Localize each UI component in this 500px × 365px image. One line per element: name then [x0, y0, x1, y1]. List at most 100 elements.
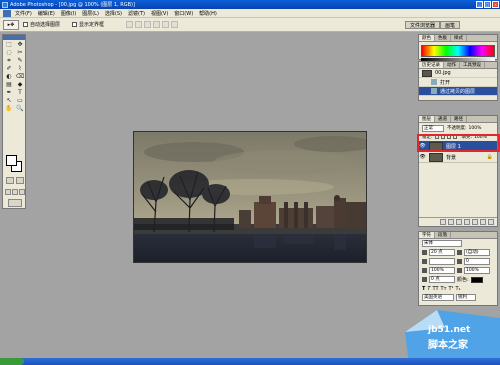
sharpen-tool-icon[interactable]: ◆	[15, 81, 25, 88]
antialias-select[interactable]: 锐利	[456, 294, 476, 301]
start-button[interactable]	[0, 358, 24, 365]
menu-bar: 文件(F) 编辑(E) 图像(I) 图层(L) 选择(S) 滤镜(T) 视图(V…	[0, 9, 500, 18]
superscript-style-icon[interactable]: T¹	[448, 286, 453, 292]
tab-history[interactable]: 历史记录	[419, 62, 444, 68]
align-middle-icon[interactable]	[135, 21, 143, 28]
vertical-scale-field[interactable]: 100%	[429, 267, 455, 274]
move-tool-icon: ▸✥	[7, 21, 15, 28]
tab-tool-presets[interactable]: 工具预设	[460, 62, 485, 68]
layer-row-background[interactable]: 👁 背景 🔒	[419, 152, 497, 163]
file-browser-tab[interactable]: 文件浏览器	[404, 21, 440, 29]
full-screen-menu-icon[interactable]	[12, 189, 18, 195]
align-right-icon[interactable]	[171, 21, 179, 28]
marquee-tool-icon[interactable]: ⬚	[4, 41, 14, 48]
smallcaps-style-icon[interactable]: Tт	[441, 286, 447, 292]
standard-mode-icon[interactable]	[6, 177, 14, 184]
tracking-field[interactable]: 0	[464, 258, 490, 265]
path-select-icon[interactable]: ↖	[4, 97, 14, 104]
tab-channels[interactable]: 通道	[435, 116, 451, 122]
menu-filter[interactable]: 滤镜(T)	[128, 10, 145, 17]
layer-style-icon[interactable]	[448, 219, 454, 225]
menu-edit[interactable]: 编辑(E)	[38, 10, 55, 17]
menu-layer[interactable]: 图层(L)	[82, 10, 99, 17]
leading-field[interactable]: (自动)	[464, 249, 490, 256]
color-spectrum[interactable]	[421, 45, 495, 57]
history-step[interactable]: 打开	[419, 78, 497, 87]
blend-mode-select[interactable]: 正常	[422, 124, 444, 132]
tab-paths[interactable]: 路径	[451, 116, 467, 122]
move-tool-icon[interactable]: ✥	[15, 41, 25, 48]
subscript-style-icon[interactable]: T₁	[456, 286, 461, 292]
align-bottom-icon[interactable]	[144, 21, 152, 28]
font-size-field[interactable]: 20 点	[429, 249, 455, 256]
tool-preset-picker[interactable]: ▸✥	[3, 19, 19, 30]
menu-help[interactable]: 帮助(H)	[199, 10, 217, 17]
link-layers-icon[interactable]	[440, 219, 446, 225]
eraser-tool-icon[interactable]: ⌫	[15, 73, 25, 80]
menu-image[interactable]: 图像(I)	[61, 10, 76, 17]
opacity-value[interactable]: 100%	[469, 126, 482, 131]
leading-icon	[457, 250, 462, 255]
quick-mask-icon[interactable]	[16, 177, 24, 184]
font-family-select[interactable]: 宋体	[422, 240, 462, 247]
delete-layer-icon[interactable]	[488, 219, 494, 225]
lasso-tool-icon[interactable]: ◌	[4, 49, 14, 56]
text-color-swatch[interactable]	[470, 276, 483, 283]
brushes-tab[interactable]: 画笔	[439, 21, 460, 29]
history-snapshot[interactable]: 00.jpg	[419, 69, 497, 78]
tab-styles[interactable]: 样式	[451, 35, 467, 41]
type-tool-icon[interactable]: T	[15, 89, 25, 96]
bold-style-icon[interactable]: T	[422, 286, 425, 292]
align-center-icon[interactable]	[162, 21, 170, 28]
tab-layers[interactable]: 图层	[419, 116, 435, 122]
dodge-tool-icon[interactable]: ◐	[4, 73, 14, 80]
baseline-shift-field[interactable]: 0 点	[429, 276, 455, 283]
slice-tool-icon[interactable]: ⌗	[4, 57, 14, 64]
align-left-icon[interactable]	[153, 21, 161, 28]
shape-tool-icon[interactable]: ▭	[15, 97, 25, 104]
history-step-selected[interactable]: 通过拷贝的图层	[419, 87, 497, 96]
tab-swatches[interactable]: 色板	[435, 35, 451, 41]
auto-select-checkbox[interactable]	[23, 22, 28, 27]
tab-color[interactable]: 颜色	[419, 35, 435, 41]
gradient-tool-icon[interactable]: ▤	[4, 81, 14, 88]
jump-to-imageready-icon[interactable]	[8, 199, 22, 207]
tab-paragraph[interactable]: 段落	[435, 232, 451, 238]
hand-tool-icon[interactable]: ✋	[4, 105, 14, 112]
tab-character[interactable]: 字符	[419, 232, 435, 238]
standard-screen-icon[interactable]	[5, 189, 11, 195]
new-layer-icon[interactable]	[480, 219, 486, 225]
character-panel-tabs: 字符 段落	[419, 232, 497, 239]
language-select[interactable]: 美国英语	[422, 294, 454, 301]
zoom-tool-icon[interactable]: 🔍	[15, 105, 25, 112]
allcaps-style-icon[interactable]: TT	[432, 286, 438, 292]
visibility-eye-icon[interactable]: 👁	[419, 154, 426, 160]
crop-tool-icon[interactable]: ✂	[15, 49, 25, 56]
foreground-color-swatch[interactable]	[6, 155, 17, 166]
new-set-icon[interactable]	[464, 219, 470, 225]
add-mask-icon[interactable]	[456, 219, 462, 225]
full-screen-icon[interactable]	[19, 189, 25, 195]
maximize-button[interactable]: □	[484, 1, 491, 8]
pencil-tool-icon[interactable]: ✐	[4, 65, 14, 72]
brush-tool-icon[interactable]: ✎	[15, 57, 25, 64]
minimize-button[interactable]: _	[476, 1, 483, 8]
align-top-icon[interactable]	[126, 21, 134, 28]
history-brush-icon[interactable]: ⌇	[15, 65, 25, 72]
pen-tool-icon[interactable]: ✒	[4, 89, 14, 96]
italic-style-icon[interactable]: T	[427, 286, 430, 292]
edit-mode-buttons	[6, 177, 24, 184]
photoshop-logo-icon[interactable]	[3, 9, 11, 17]
tab-actions[interactable]: 动作	[444, 62, 460, 68]
menu-window[interactable]: 窗口(W)	[174, 10, 193, 17]
menu-view[interactable]: 视图(V)	[151, 10, 168, 17]
horizontal-scale-field[interactable]: 100%	[464, 267, 490, 274]
menu-file[interactable]: 文件(F)	[15, 10, 32, 17]
adjustment-layer-icon[interactable]	[472, 219, 478, 225]
menu-select[interactable]: 选择(S)	[105, 10, 122, 17]
close-button[interactable]: ×	[492, 1, 499, 8]
show-bounds-checkbox[interactable]	[72, 22, 78, 27]
document-canvas[interactable]	[133, 131, 367, 263]
layers-panel: 图层 通道 路径 正常 不透明度: 100% 锁定: 填充: 100% 👁 图层…	[418, 115, 498, 227]
kerning-field[interactable]	[429, 258, 455, 265]
